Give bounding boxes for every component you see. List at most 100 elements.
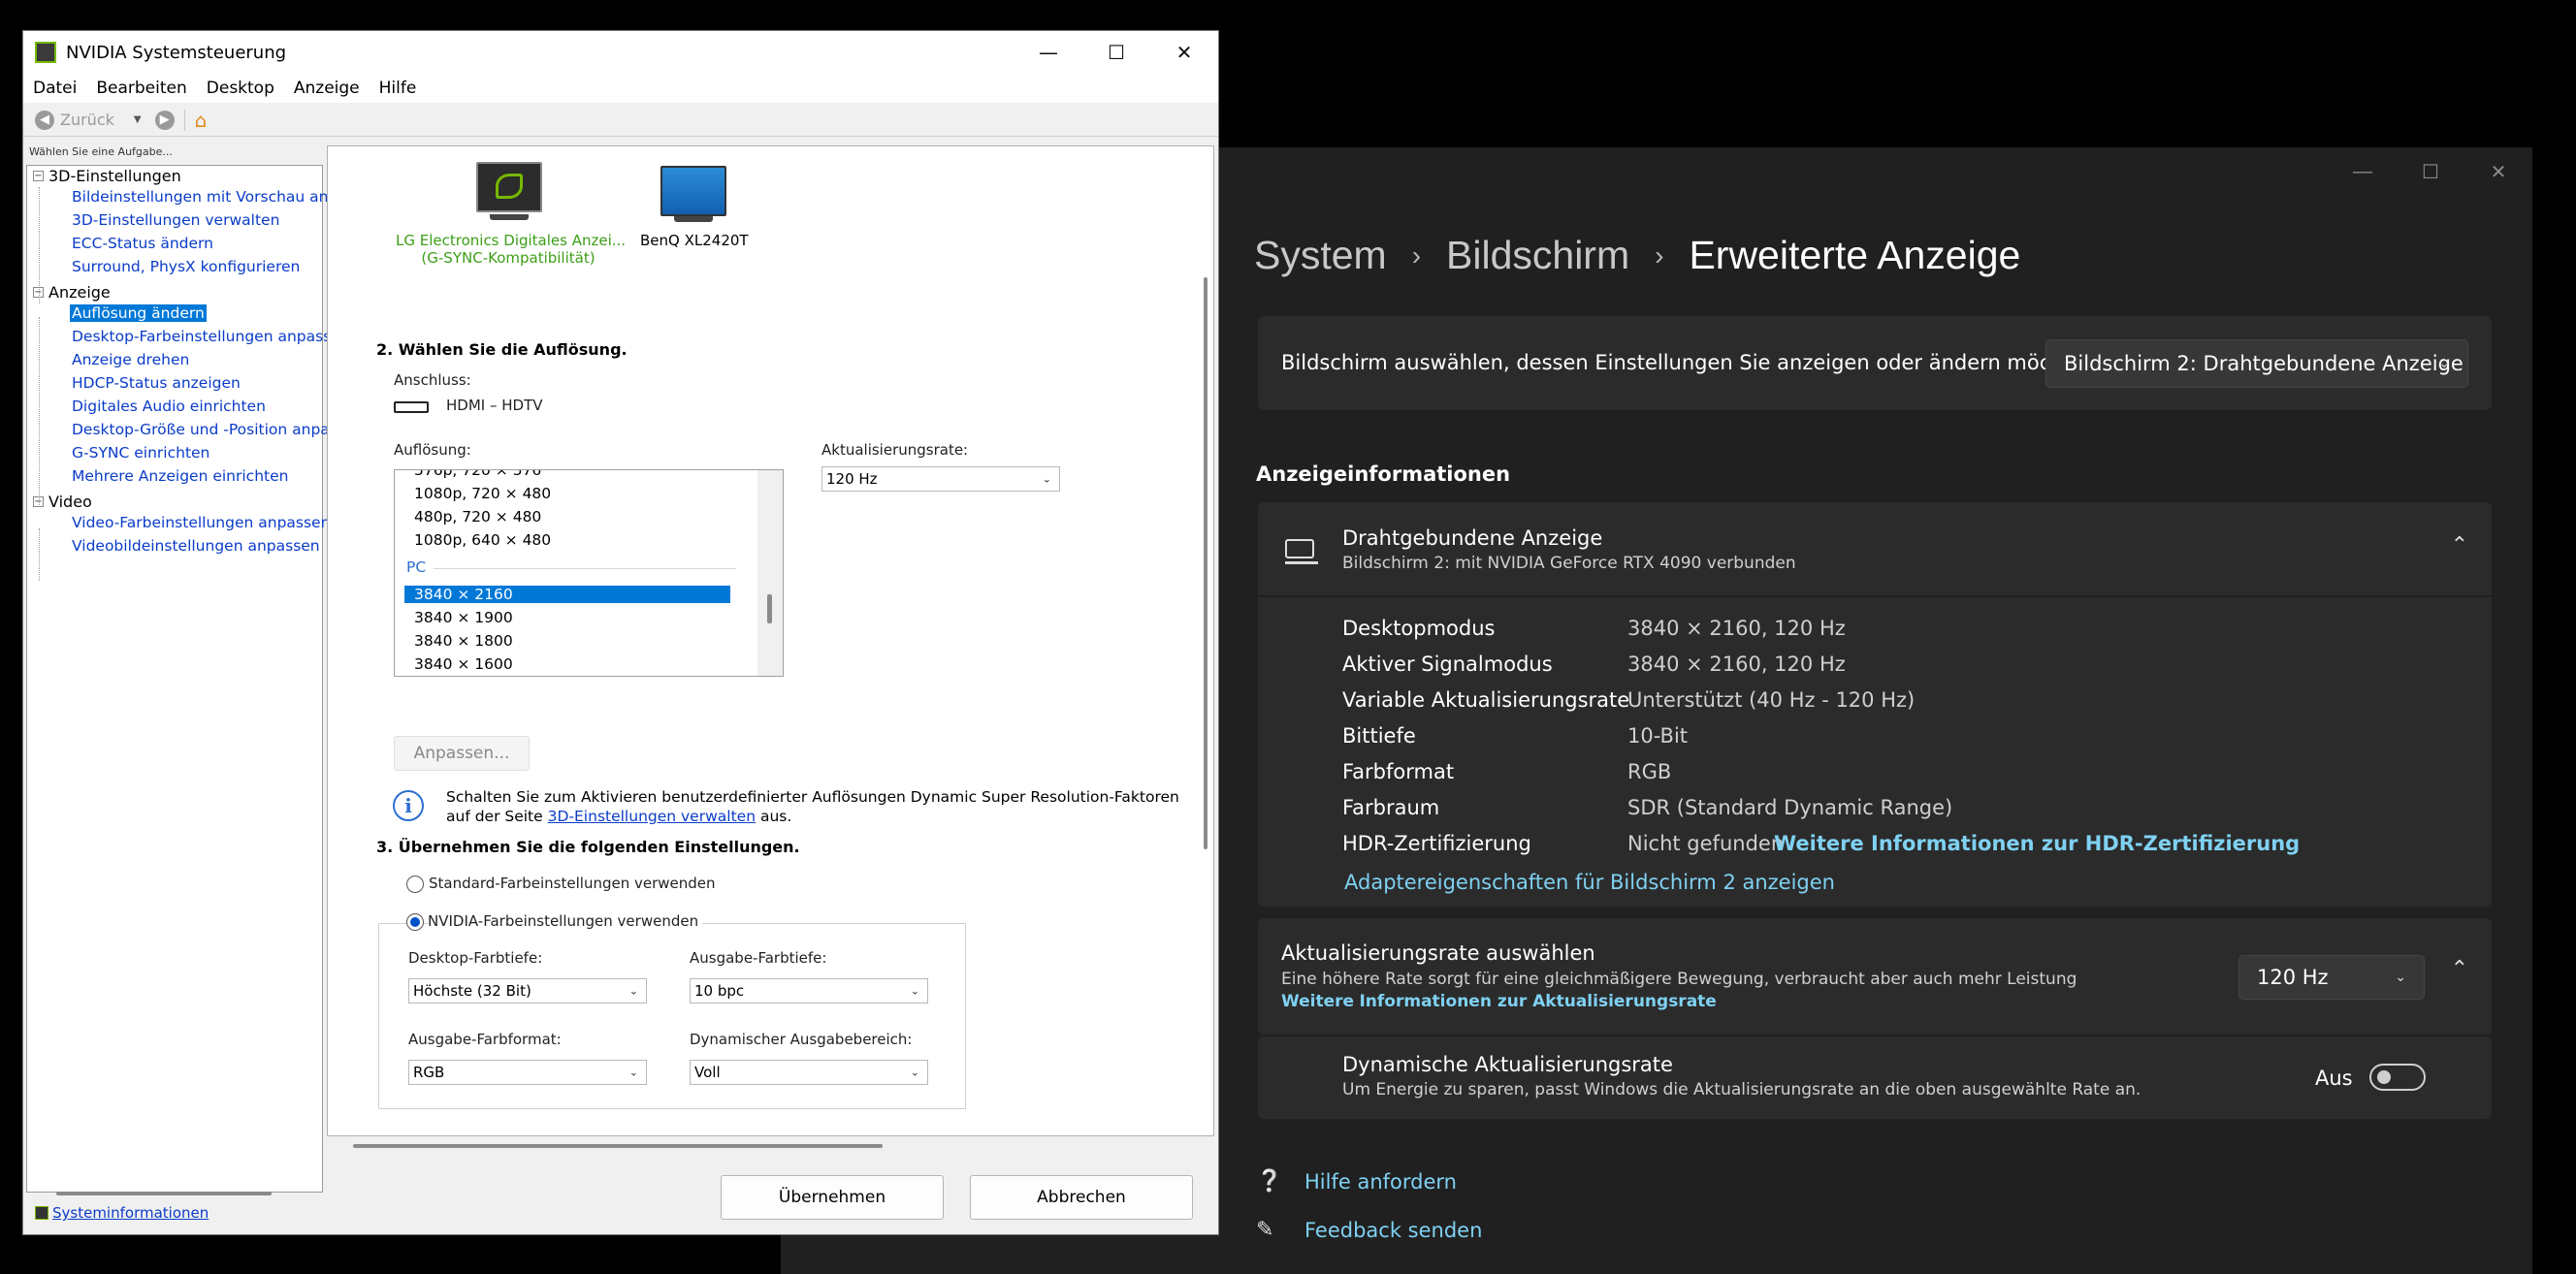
dropdown-arrow-icon[interactable]: ▼ [134, 114, 142, 125]
monitor-benq-icon[interactable] [660, 166, 726, 216]
tree-item-video-color[interactable]: Video-Farbeinstellungen anpassen [70, 514, 332, 531]
desktop-depth-select[interactable]: Höchste (32 Bit) ⌄ [408, 978, 647, 1003]
chevron-down-icon: ⌄ [1042, 472, 1051, 486]
system-info-link[interactable]: Systeminformationen [52, 1204, 209, 1222]
menu-help[interactable]: Hilfe [379, 79, 417, 98]
radio-nvidia-colors[interactable] [406, 913, 424, 931]
chevron-up-icon[interactable]: ⌃ [2451, 533, 2468, 557]
group-divider [434, 568, 736, 569]
display-subtitle: Bildschirm 2: mit NVIDIA GeForce RTX 409… [1342, 554, 1796, 573]
tree-item-image-preview[interactable]: Bildeinstellungen mit Vorschau anpas [70, 188, 357, 206]
monitor-lg-icon[interactable] [476, 162, 542, 212]
adapter-properties-link[interactable]: Adaptereigenschaften für Bildschirm 2 an… [1344, 871, 1835, 894]
dynamic-refresh-card: Dynamische Aktualisierungsrate Um Energi… [1258, 1036, 2492, 1119]
menu-file[interactable]: Datei [33, 79, 77, 98]
info-value: 3840 × 2160, 120 Hz [1627, 617, 1846, 640]
breadcrumb: System › Bildschirm › Erweiterte Anzeige [1254, 233, 2020, 278]
help-link[interactable]: Hilfe anfordern [1304, 1170, 1457, 1194]
collapse-icon[interactable]: − [33, 287, 44, 298]
cancel-button[interactable]: Abbrechen [970, 1175, 1193, 1220]
tree-category-video[interactable]: − Video [33, 493, 92, 511]
tree-item-desktop-size[interactable]: Desktop-Größe und -Position anpass [70, 421, 347, 438]
collapse-icon[interactable]: − [33, 171, 44, 181]
minimize-icon[interactable]: — [1014, 31, 1082, 74]
refresh-info-link[interactable]: Weitere [1281, 992, 1354, 1011]
display-select-dropdown[interactable]: Bildschirm 2: Drahtgebundene Anzeige ⌄ [2045, 339, 2468, 388]
resolution-option[interactable]: 576p, 720 × 576 [414, 470, 541, 479]
tree-item-ecc[interactable]: ECC-Status ändern [70, 235, 215, 252]
arrow-right-icon[interactable]: ▶ [154, 110, 175, 130]
resolution-option[interactable]: 1080p, 720 × 480 [414, 485, 551, 502]
chevron-up-icon[interactable]: ⌃ [2451, 957, 2468, 981]
maximize-icon[interactable]: ☐ [2397, 147, 2464, 196]
laptop-icon-base [1285, 561, 1318, 564]
radio-default-label: Standard-Farbeinstellungen verwenden [429, 875, 716, 892]
feedback-link-row[interactable]: ✎ Feedback senden [1256, 1218, 1482, 1242]
resolution-option[interactable]: 3840 × 1800 [414, 632, 513, 650]
listbox-scrollbar[interactable] [757, 470, 783, 676]
info-label: HDR-Zertifizierung [1342, 832, 1531, 855]
tree-item-change-resolution[interactable]: Auflösung ändern [70, 304, 207, 322]
tree-category-3d[interactable]: −3D-Einstellungen [33, 167, 181, 185]
tree-item-video-image[interactable]: Videobildeinstellungen anpassen [70, 537, 322, 555]
tree-item-gsync[interactable]: G-SYNC einrichten [70, 444, 211, 462]
refresh-rate-select[interactable]: 120 Hz ⌄ [821, 466, 1060, 492]
breadcrumb-display[interactable]: Bildschirm [1446, 233, 1629, 278]
home-icon[interactable]: ⌂ [195, 109, 208, 132]
tree-item-rotate[interactable]: Anzeige drehen [70, 351, 191, 368]
step-2-heading: 2. Wählen Sie die Auflösung. [376, 340, 628, 359]
refresh-info-link-2[interactable]: Informationen zur Aktualisierungsrate [1359, 992, 1716, 1011]
dynamic-range-label: Dynamischer Ausgabebereich: [690, 1031, 913, 1048]
resolution-listbox[interactable]: 576p, 720 × 576 1080p, 720 × 480 480p, 7… [394, 469, 784, 677]
tree-item-desktop-color[interactable]: Desktop-Farbeinstellungen anpassen [70, 328, 352, 345]
refresh-rate-select-value: 120 Hz [826, 470, 878, 488]
resolution-option[interactable]: 3840 × 1900 [414, 609, 513, 626]
resolution-option[interactable]: 480p, 720 × 480 [414, 508, 541, 526]
content-horizontal-scrollbar[interactable] [353, 1144, 883, 1148]
tree-item-multiple-displays[interactable]: Mehrere Anzeigen einrichten [70, 467, 290, 485]
listbox-scroll-thumb[interactable] [767, 594, 772, 623]
back-button[interactable]: ◀ Zurück ▼ [35, 110, 142, 130]
content-vertical-scrollbar[interactable] [1204, 277, 1208, 849]
resolution-option[interactable]: 1080p, 640 × 480 [414, 531, 551, 549]
menu-display[interactable]: Anzeige [294, 79, 360, 98]
menu-edit[interactable]: Bearbeiten [96, 79, 186, 98]
apply-button[interactable]: Übernehmen [721, 1175, 944, 1220]
tree-item-digital-audio[interactable]: Digitales Audio einrichten [70, 398, 268, 415]
output-depth-select[interactable]: 10 bpc ⌄ [690, 978, 928, 1003]
manage-3d-link[interactable]: 3D-Einstellungen verwalten [548, 808, 756, 825]
close-icon[interactable]: ✕ [2464, 147, 2532, 196]
tree-category-display[interactable]: − Anzeige [33, 283, 111, 302]
breadcrumb-system[interactable]: System [1254, 233, 1387, 278]
dynamic-range-select[interactable]: Voll ⌄ [690, 1060, 928, 1085]
tree-item-manage-3d[interactable]: 3D-Einstellungen verwalten [70, 211, 281, 229]
dynamic-refresh-toggle[interactable] [2369, 1064, 2426, 1091]
tree-item-surround-physx[interactable]: Surround, PhysX konfigurieren [70, 258, 302, 275]
resolution-option-selected[interactable]: 3840 × 2160 [404, 586, 730, 603]
back-label: Zurück [60, 111, 114, 129]
refresh-rate-dropdown[interactable]: 120 Hz ⌄ [2238, 955, 2425, 1000]
resolution-option[interactable]: 3840 × 1600 [414, 655, 513, 673]
output-format-select[interactable]: RGB ⌄ [408, 1060, 647, 1085]
display-info-header[interactable]: Drahtgebundene Anzeige Bildschirm 2: mit… [1258, 502, 2492, 597]
close-icon[interactable]: ✕ [1150, 31, 1218, 74]
tree-item-hdcp[interactable]: HDCP-Status anzeigen [70, 374, 242, 392]
info-text-pre: auf der Seite [446, 808, 543, 825]
collapse-icon[interactable]: − [33, 496, 44, 507]
display-select-prompt: Bildschirm auswählen, dessen Einstellung… [1281, 351, 2098, 374]
minimize-icon[interactable]: — [2329, 147, 2397, 196]
nvidia-window: NVIDIA Systemsteuerung — ☐ ✕ Datei Bearb… [22, 30, 1219, 1235]
menu-desktop[interactable]: Desktop [207, 79, 274, 98]
chevron-down-icon: ⌄ [910, 984, 919, 998]
system-info-link-row[interactable]: Systeminformationen [35, 1204, 209, 1222]
radio-default-colors[interactable] [406, 876, 424, 893]
tree-line [39, 528, 40, 581]
help-link-row[interactable]: ❔ Hilfe anfordern [1256, 1169, 1457, 1194]
laptop-icon [1285, 539, 1314, 558]
tree-horizontal-scrollbar[interactable] [56, 1192, 272, 1195]
feedback-link[interactable]: Feedback senden [1304, 1219, 1482, 1242]
customize-button[interactable]: Anpassen... [394, 736, 530, 771]
output-format-label: Ausgabe-Farbformat: [408, 1031, 562, 1048]
maximize-icon[interactable]: ☐ [1082, 31, 1150, 74]
hdr-info-link[interactable]: Weitere Informationen zur HDR-Zertifizie… [1774, 832, 2300, 855]
